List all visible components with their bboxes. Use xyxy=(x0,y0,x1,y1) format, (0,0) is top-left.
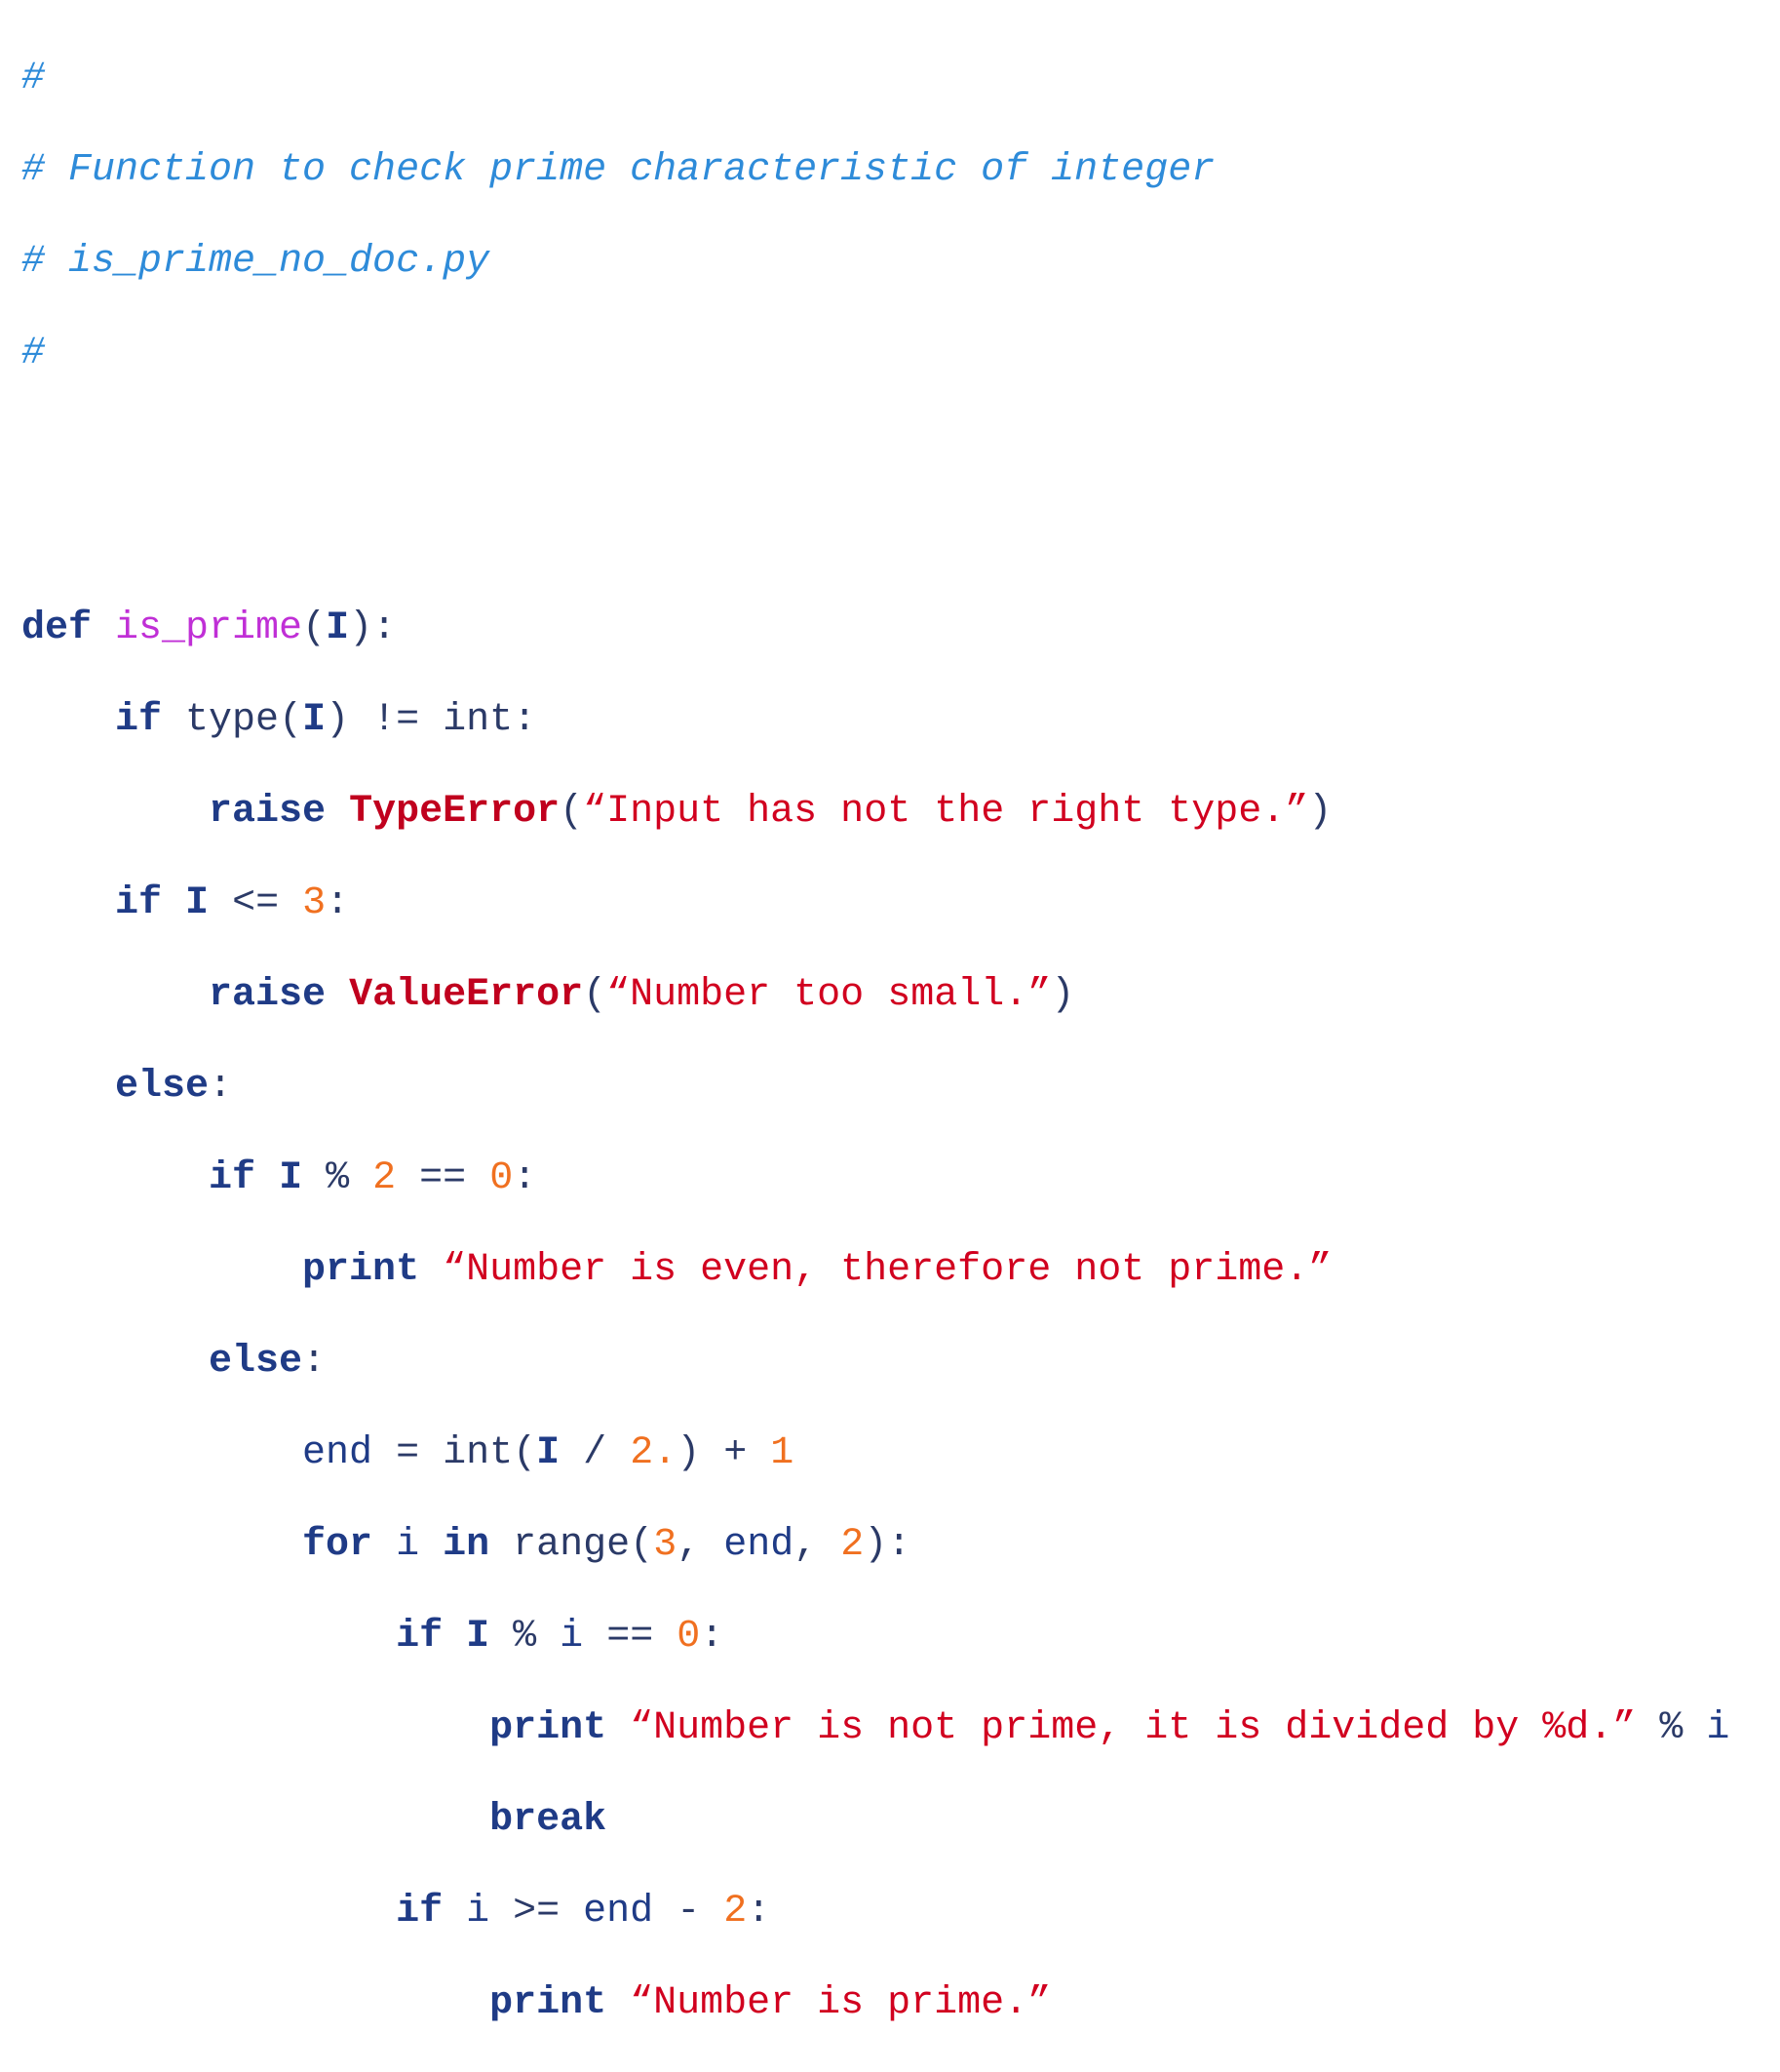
code-line-14: print “Number is even, therefore not pri… xyxy=(21,1247,1729,1293)
exception-valueerror: ValueError xyxy=(349,973,584,1017)
keyword-def: def xyxy=(21,606,93,650)
comment: # is_prime_no_doc.py xyxy=(21,240,490,284)
code-line-16: end = int(I / 2.) + 1 xyxy=(302,1431,794,1475)
code-line-11: raise ValueError(“Number too small.”) xyxy=(209,973,1075,1017)
identifier-end: end xyxy=(302,1431,373,1475)
keyword-print: print xyxy=(489,1981,607,2025)
param: I xyxy=(536,1431,561,1475)
keyword-else: else xyxy=(209,1340,303,1384)
builtin-int: int xyxy=(443,1431,514,1475)
comment: # Function to check prime characteristic… xyxy=(21,148,1216,192)
param: I xyxy=(302,698,327,742)
code-line-7: def is_prime(I): xyxy=(21,606,397,650)
keyword-in: in xyxy=(443,1523,490,1567)
number-literal: 0 xyxy=(489,1156,514,1200)
builtin-int: int xyxy=(443,698,514,742)
code-line-4: # xyxy=(21,331,1729,376)
keyword-if: if xyxy=(115,698,163,742)
string-literal: “Input has not the right type.” xyxy=(583,790,1309,834)
keyword-if: if xyxy=(396,1890,444,1934)
param: I xyxy=(279,1156,303,1200)
identifier-i: i xyxy=(1706,1706,1730,1750)
code-line-20: break xyxy=(21,1797,1729,1843)
code-line-9: raise TypeError(“Input has not the right… xyxy=(209,790,1333,834)
comment: # xyxy=(21,57,46,100)
keyword-raise: raise xyxy=(209,973,327,1017)
keyword-raise: raise xyxy=(209,790,327,834)
param: I xyxy=(326,606,350,650)
number-literal: 1 xyxy=(770,1431,794,1475)
builtin-range: range xyxy=(513,1523,631,1567)
number-literal: 2 xyxy=(840,1523,865,1567)
code-line-13: if I % 2 == 0: xyxy=(209,1156,537,1200)
keyword-print: print xyxy=(302,1248,420,1292)
number-literal: 2 xyxy=(723,1890,748,1934)
keyword-if: if xyxy=(209,1156,256,1200)
number-literal: 3 xyxy=(653,1523,677,1567)
string-literal: “Number too small.” xyxy=(606,973,1052,1017)
string-literal: “Number is prime.” xyxy=(630,1981,1052,2025)
number-literal: 2. xyxy=(630,1431,677,1475)
code-line-2: # Function to check prime characteristic… xyxy=(21,147,1729,193)
number-literal: 3 xyxy=(302,881,327,925)
code-line-19: print “Number is not prime, it is divide… xyxy=(489,1706,1730,1750)
code-line-8: if type(I) != int: xyxy=(115,698,537,742)
code-line-21: if i >= end - 2: xyxy=(396,1890,771,1934)
param: I xyxy=(185,881,210,925)
string-literal: “Number is even, therefore not prime.” xyxy=(443,1248,1333,1292)
code-line-22: print “Number is prime.” xyxy=(21,1980,1729,2026)
comment: # xyxy=(21,332,46,375)
exception-typeerror: TypeError xyxy=(349,790,561,834)
string-literal: “Number is not prime, it is divided by %… xyxy=(630,1706,1637,1750)
param: I xyxy=(466,1615,490,1659)
number-literal: 0 xyxy=(677,1615,701,1659)
keyword-else: else xyxy=(115,1065,210,1109)
keyword-for: for xyxy=(302,1523,373,1567)
keyword-break: break xyxy=(489,1798,607,1842)
code-line-10: if I <= 3: xyxy=(115,881,350,925)
identifier-i: i xyxy=(560,1615,584,1659)
code-line-3: # is_prime_no_doc.py xyxy=(21,239,1729,285)
keyword-if: if xyxy=(396,1615,444,1659)
identifier-i: i xyxy=(396,1523,420,1567)
code-line-12: else: xyxy=(115,1065,233,1109)
function-name: is_prime xyxy=(115,606,303,650)
identifier-end: end xyxy=(583,1890,654,1934)
identifier-end: end xyxy=(723,1523,794,1567)
builtin-type: type xyxy=(185,698,280,742)
code-line-18: if I % i == 0: xyxy=(396,1615,724,1659)
keyword-print: print xyxy=(489,1706,607,1750)
code-line-15: else: xyxy=(209,1340,327,1384)
code-line-1: # xyxy=(21,56,1729,101)
code-listing: # # Function to check prime characterist… xyxy=(21,10,1729,2072)
number-literal: 2 xyxy=(372,1156,397,1200)
identifier-i: i xyxy=(466,1890,490,1934)
code-line-17: for i in range(3, end, 2): xyxy=(302,1523,911,1567)
keyword-if: if xyxy=(115,881,163,925)
